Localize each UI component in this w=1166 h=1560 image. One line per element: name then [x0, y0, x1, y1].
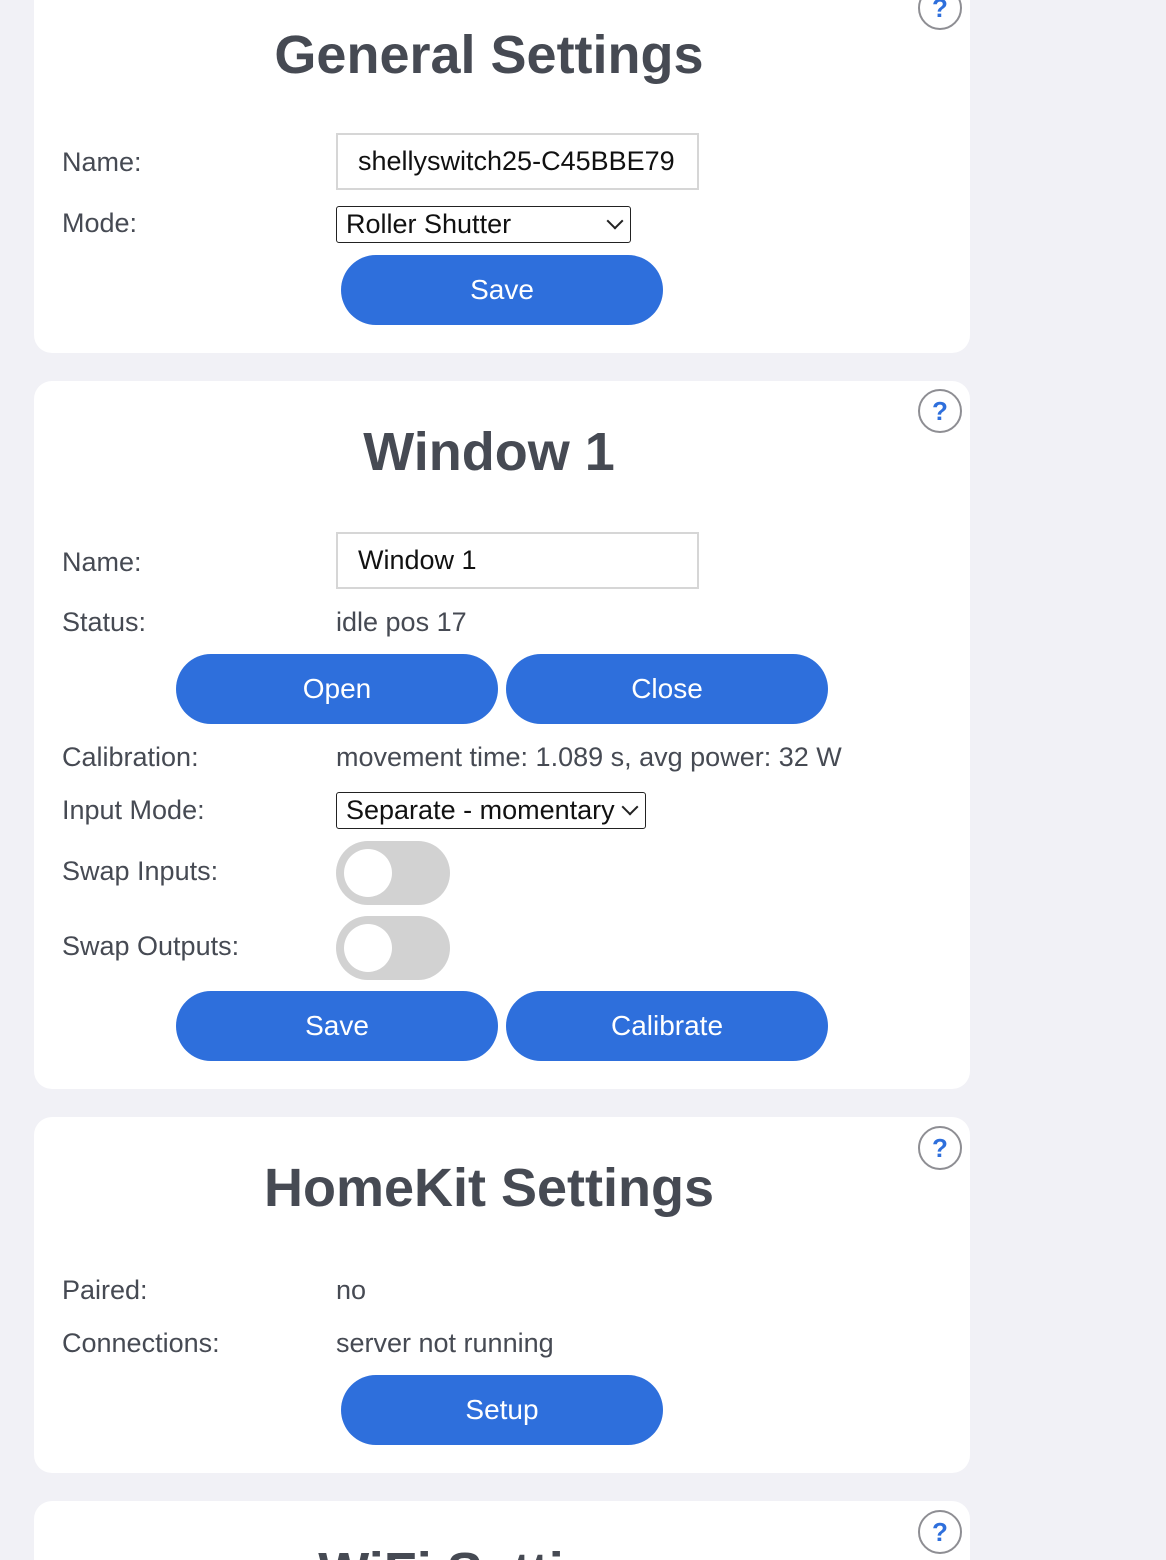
general-save-button[interactable]: Save [341, 255, 663, 325]
window-name-label: Name: [62, 547, 142, 577]
status-value: idle pos 17 [336, 607, 467, 637]
mode-select[interactable]: Roller Shutter [336, 206, 631, 243]
chevron-down-icon [621, 798, 639, 816]
swap-outputs-label: Swap Outputs: [62, 931, 240, 961]
close-button[interactable]: Close [506, 654, 828, 724]
window-save-button[interactable]: Save [176, 991, 498, 1061]
toggle-knob [344, 924, 392, 972]
homekit-settings-card: ? HomeKit Settings Paired: no Connection… [34, 1117, 970, 1473]
general-settings-title: General Settings [274, 25, 704, 85]
input-mode-select[interactable]: Separate - momentary [336, 792, 646, 829]
name-label: Name: [62, 147, 142, 177]
paired-value: no [336, 1275, 367, 1305]
window-name-input[interactable]: Window 1 [336, 532, 699, 589]
homekit-settings-title: HomeKit Settings [263, 1158, 715, 1218]
window-card: ? Window 1 Name: Window 1 Status: idle p… [34, 381, 970, 1089]
calibration-value: movement time: 1.089 s, avg power: 32 W [336, 742, 842, 772]
input-mode-label: Input Mode: [62, 795, 205, 825]
homekit-setup-button[interactable]: Setup [341, 1375, 663, 1445]
wifi-settings-title: WiFi Settings [34, 1541, 944, 1560]
chevron-down-icon [606, 212, 624, 230]
paired-label: Paired: [62, 1275, 148, 1305]
connections-label: Connections: [62, 1328, 220, 1358]
connections-value: server not running [336, 1328, 554, 1358]
general-settings-card: ? General Settings Name: shellyswitch25-… [34, 0, 970, 353]
window-title: Window 1 [363, 422, 615, 482]
swap-outputs-toggle[interactable] [336, 916, 450, 980]
calibration-label: Calibration: [62, 742, 199, 772]
input-mode-select-value: Separate - momentary [346, 795, 615, 825]
mode-label: Mode: [62, 208, 138, 238]
calibrate-button[interactable]: Calibrate [506, 991, 828, 1061]
swap-inputs-toggle[interactable] [336, 841, 450, 905]
wifi-settings-card: ? WiFi Settings [34, 1501, 970, 1560]
open-button[interactable]: Open [176, 654, 498, 724]
swap-inputs-label: Swap Inputs: [62, 856, 219, 886]
device-name-input[interactable]: shellyswitch25-C45BBE79 [336, 133, 699, 190]
status-label: Status: [62, 607, 147, 637]
toggle-knob [344, 849, 392, 897]
mode-select-value: Roller Shutter [346, 209, 512, 239]
